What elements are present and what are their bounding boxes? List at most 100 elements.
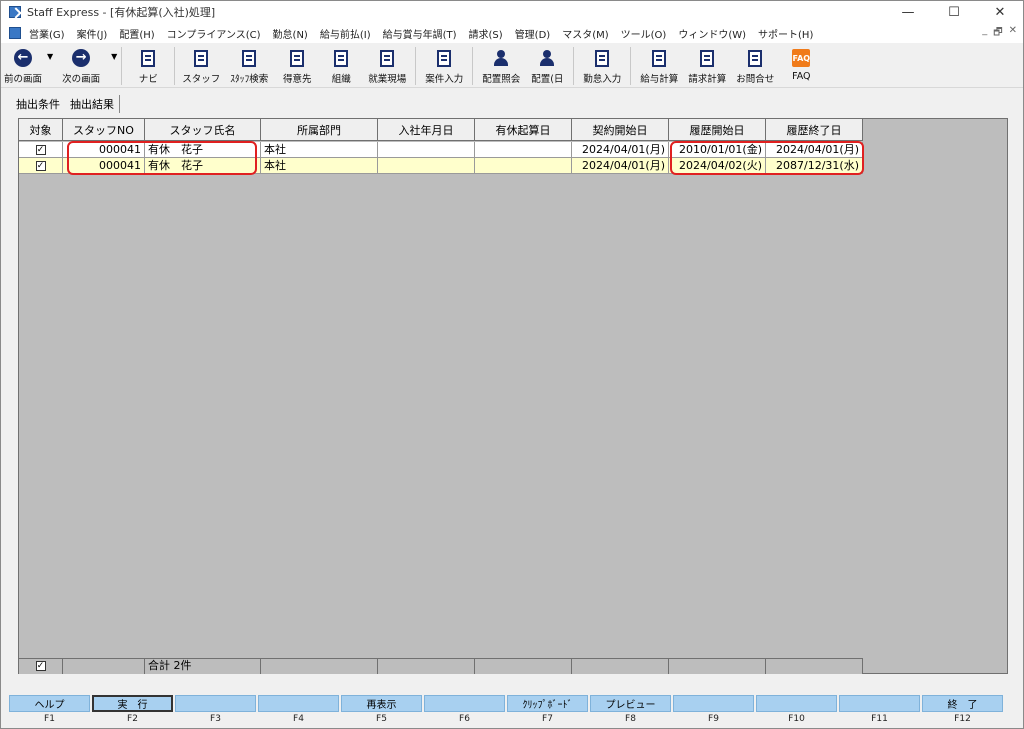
menu-sales[interactable]: 営業(G) [29,26,65,41]
header-target[interactable]: 対象 [19,119,63,141]
project-input-button[interactable]: 案件入力 [420,44,468,88]
tab-extraction-conditions[interactable]: 抽出条件 [11,95,65,113]
f11-button[interactable] [839,695,920,712]
organization-button[interactable]: 組織 [319,44,363,88]
redisplay-button[interactable]: 再表示 [341,695,422,712]
fkey-label: F2 [127,714,138,724]
menu-attendance[interactable]: 勤怠(N) [273,26,308,41]
mdi-controls: _ 🗗 ✕ [982,25,1017,42]
menu-tools[interactable]: ツール(O) [621,26,667,41]
table-row[interactable]: ✓ 000041 有休 花子 本社 2024/04/01(月) 2010/01/… [19,142,863,158]
exit-button[interactable]: 終 了 [922,695,1003,712]
menu-billing[interactable]: 請求(S) [469,26,503,41]
fkey-label: F6 [459,714,470,724]
tab-extraction-results[interactable]: 抽出結果 [65,95,120,113]
header-hire-date[interactable]: 入社年月日 [378,119,475,141]
worksite-button[interactable]: 就業現場 [363,44,411,88]
header-leave-start[interactable]: 有休起算日 [475,119,572,141]
staff-label: スタッフ [182,74,221,85]
checkbox[interactable]: ✓ [35,145,46,155]
chevron-down-icon[interactable]: ▼ [111,52,117,61]
footer-checkbox-cell[interactable]: ✓ [19,658,63,674]
results-grid: 対象 スタッフNO スタッフ氏名 所属部門 入社年月日 有休起算日 契約開始日 … [18,118,1008,674]
window-controls: — ☐ ✕ [885,1,1023,23]
f9-button[interactable] [673,695,754,712]
footer-total: 合計 2件 [145,658,261,674]
placement-inquiry-button[interactable]: 配置照会 [477,44,525,88]
cell-leave-start [475,158,572,174]
f3-button[interactable] [175,695,256,712]
staff-button[interactable]: スタッフ [179,44,223,88]
organization-label: 組織 [331,74,351,85]
toolbar-divider [415,47,417,85]
maximize-button[interactable]: ☐ [931,1,977,23]
menu-payroll[interactable]: 給与賞与年調(T) [383,26,457,41]
next-screen-button[interactable]: → 次の画面 [53,44,109,88]
header-contract-start[interactable]: 契約開始日 [572,119,669,141]
menu-compliance[interactable]: コンプライアンス(C) [167,26,261,41]
project-input-icon [437,49,452,67]
billing-button[interactable]: 請求計算 [683,44,731,88]
table-row[interactable]: ✓ 000041 有休 花子 本社 2024/04/01(月) 2024/04/… [19,158,863,174]
toolbar-divider [121,47,123,85]
cell-staff-no: 000041 [63,142,145,158]
header-staff-name[interactable]: スタッフ氏名 [145,119,261,141]
header-department[interactable]: 所属部門 [261,119,378,141]
mdi-minimize-button[interactable]: _ [982,25,987,42]
menu-advance-pay[interactable]: 給与前払(I) [320,26,371,41]
header-history-start[interactable]: 履歴開始日 [669,119,766,141]
customer-button[interactable]: 得意先 [275,44,319,88]
row-checkbox-cell[interactable]: ✓ [19,142,63,158]
f10-button[interactable] [756,695,837,712]
f4-button[interactable] [258,695,339,712]
header-staff-no[interactable]: スタッフNO [63,119,145,141]
footer-cell [475,658,572,674]
minimize-button[interactable]: — [885,1,931,23]
placement-daily-button[interactable]: 配置(日 [525,44,569,88]
close-button[interactable]: ✕ [977,1,1023,23]
cell-contract-start: 2024/04/01(月) [572,142,669,158]
select-all-checkbox[interactable]: ✓ [35,661,46,671]
navi-button[interactable]: ナビ [126,44,170,88]
help-button[interactable]: ヘルプ [9,695,90,712]
f6-button[interactable] [424,695,505,712]
organization-icon [334,49,349,67]
menu-window[interactable]: ウィンドウ(W) [678,26,746,41]
function-key-bar: ヘルプ F1 実 行 F2 F3 F4 再表示 F5 F6 ｸﾘｯﾌﾟﾎﾞｰﾄﾞ F7 … [8,695,1004,724]
app-window: Staff Express - [有休起算(入社)処理] — ☐ ✕ 営業(G)… [0,0,1024,729]
header-history-end[interactable]: 履歴終了日 [766,119,863,141]
faq-button[interactable]: FAQ FAQ [779,44,823,88]
prev-screen-button[interactable]: ← 前の画面 [1,44,45,88]
footer-cell [572,658,669,674]
staff-search-icon [242,49,257,67]
fkey-f7: ｸﾘｯﾌﾟﾎﾞｰﾄﾞ F7 [506,695,589,724]
attendance-input-button[interactable]: 勤怠入力 [578,44,626,88]
mdi-close-button[interactable]: ✕ [1009,25,1017,42]
preview-button[interactable]: プレビュー [590,695,671,712]
customer-icon [290,49,305,67]
footer-cell [669,658,766,674]
placement-inquiry-label: 配置照会 [482,74,521,85]
inquiry-label: お問合せ [736,74,775,85]
document-icon[interactable] [9,27,21,39]
menu-project[interactable]: 案件(J) [77,26,108,41]
menu-master[interactable]: マスタ(M) [562,26,608,41]
cell-history-end: 2087/12/31(水) [766,158,863,174]
payroll-button[interactable]: 給与計算 [635,44,683,88]
row-checkbox-cell[interactable]: ✓ [19,158,63,174]
fkey-label: F8 [625,714,636,724]
next-screen-label: 次の画面 [62,74,101,85]
execute-button[interactable]: 実 行 [92,695,173,712]
menu-placement[interactable]: 配置(H) [119,26,154,41]
fkey-f10: F10 [755,695,838,724]
footer-cell [766,658,863,674]
mdi-restore-button[interactable]: 🗗 [993,25,1002,42]
fkey-f6: F6 [423,695,506,724]
clipboard-button[interactable]: ｸﾘｯﾌﾟﾎﾞｰﾄﾞ [507,695,588,712]
staff-search-button[interactable]: ｽﾀｯﾌ検索 [223,44,275,88]
menu-admin[interactable]: 管理(D) [515,26,551,41]
menu-support[interactable]: サポート(H) [758,26,813,41]
checkbox[interactable]: ✓ [35,161,46,171]
inquiry-icon [748,49,763,67]
inquiry-button[interactable]: お問合せ [731,44,779,88]
